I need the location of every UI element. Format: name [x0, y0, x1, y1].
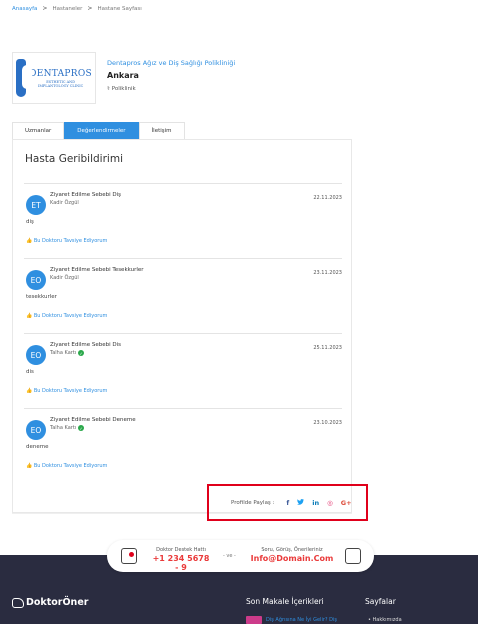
recommend-link[interactable]: 👍 Bu Doktoru Tavsiye Ediyorum [26, 388, 107, 394]
recommend-link[interactable]: 👍 Bu Doktoru Tavsiye Ediyorum [26, 463, 107, 469]
share-label: Profilde Paylaş : [231, 499, 275, 506]
phone-support-icon [121, 548, 137, 564]
chat-logo-icon [12, 597, 24, 608]
review-title: Ziyaret Edilme Sebebi Tesekkurler [50, 267, 144, 273]
footer-page-link[interactable]: • Hakkımızda [368, 617, 402, 623]
breadcrumb-separator: > [42, 5, 48, 12]
review-text: dis [26, 369, 34, 375]
recommend-label: Bu Doktoru Tavsiye Ediyorum [33, 463, 108, 469]
thumbs-up-icon: 👍 [26, 238, 33, 244]
breadcrumb-hospitals-link[interactable]: Hastaneler [52, 6, 82, 12]
review-text: deneme [26, 444, 49, 450]
mail-address[interactable]: Info@Domain.Com [247, 554, 337, 563]
instagram-icon[interactable]: ◎ [327, 499, 333, 507]
review-author: Talha Kartı ✓ [50, 425, 85, 431]
review-author-name: Talha Kartı [50, 425, 77, 431]
breadcrumb-current: Hastane Sayfası [97, 5, 142, 12]
review-author-name: Kadir Özgül [50, 200, 79, 206]
review-author-name: Talha Kartı [50, 350, 77, 356]
recommend-label: Bu Doktoru Tavsiye Ediyorum [33, 388, 108, 394]
google-plus-icon[interactable]: G+ [341, 499, 352, 507]
hospital-logo: DENTAPROS ESTHETIC AND IMPLANTOLOGY CLIN… [12, 52, 96, 104]
clinic-icon: ⚕ [107, 86, 110, 92]
review-item: EO Ziyaret Edilme Sebebi Dis Talha Kartı… [24, 333, 342, 408]
review-text: tesekkurler [26, 294, 57, 300]
review-date: 25.11.2023 [313, 345, 342, 351]
avatar: ET [26, 195, 46, 215]
avatar: EO [26, 420, 46, 440]
hospital-header: DENTAPROS ESTHETIC AND IMPLANTOLOGY CLIN… [12, 52, 235, 104]
tab-degerlendirmeler[interactable]: Değerlendirmeler [64, 122, 139, 139]
review-date: 23.10.2023 [313, 420, 342, 426]
hospital-name: Dentapros Ağız ve Diş Sağlığı Polikliniğ… [107, 59, 236, 67]
thumbs-up-icon: 👍 [26, 463, 33, 469]
article-thumbnail [246, 616, 262, 624]
thumbs-up-icon: 👍 [26, 388, 33, 394]
breadcrumb-home-link[interactable]: Anasayfa [12, 6, 37, 12]
footer-article-link[interactable]: Diş Ağrısına Ne İyi Gelir? Diş [246, 616, 337, 624]
review-item: ET Ziyaret Edilme Sebebi Diş Kadir Özgül… [24, 183, 342, 258]
recommend-label: Bu Doktoru Tavsiye Ediyorum [33, 238, 108, 244]
hospital-city: Ankara [107, 71, 139, 80]
bullet-icon: • [368, 617, 371, 623]
avatar: EO [26, 345, 46, 365]
review-author: Talha Kartı ✓ [50, 350, 85, 356]
footer-article-title: Diş Ağrısına Ne İyi Gelir? Diş [266, 617, 337, 623]
review-author: Kadir Özgül [50, 200, 79, 206]
twitter-icon[interactable] [297, 498, 305, 507]
profile-tabs: Uzmanlar Değerlendirmeler İletişim [12, 122, 185, 139]
review-date: 22.11.2023 [313, 195, 342, 201]
review-title: Ziyaret Edilme Sebebi Dis [50, 342, 122, 348]
reviews-panel: Hasta Geribildirimi ET Ziyaret Edilme Se… [12, 139, 352, 513]
hospital-type-label: Poliklinik [111, 86, 136, 92]
mail-label: Soru, Görüş, Önerileriniz [261, 547, 323, 553]
review-text: diş [26, 219, 34, 225]
contact-separator: - ve - [223, 553, 236, 559]
verified-icon: ✓ [78, 425, 85, 431]
contact-bar: Doktor Destek Hattı +1 234 5678 - 9 - ve… [107, 540, 374, 572]
review-title: Ziyaret Edilme Sebebi Deneme [50, 417, 136, 423]
recommend-label: Bu Doktoru Tavsiye Ediyorum [33, 313, 108, 319]
document-icon [345, 548, 361, 564]
review-author-name: Kadir Özgül [50, 275, 79, 281]
verified-icon: ✓ [78, 350, 85, 356]
breadcrumb-separator: > [87, 5, 93, 12]
thumbs-up-icon: 👍 [26, 313, 33, 319]
hospital-type: ⚕ Poliklinik [107, 86, 235, 92]
facebook-icon[interactable]: f [286, 499, 289, 507]
recommend-link[interactable]: 👍 Bu Doktoru Tavsiye Ediyorum [26, 238, 107, 244]
tab-uzmanlar[interactable]: Uzmanlar [12, 122, 65, 139]
review-title: Ziyaret Edilme Sebebi Diş [50, 192, 122, 198]
logo-line-3: IMPLANTOLOGY CLINIC [37, 83, 84, 88]
logo-line-1: DENTAPROS [29, 68, 92, 79]
footer-articles-title: Son Makale İçerikleri [246, 597, 324, 606]
support-phone[interactable]: +1 234 5678 - 9 [150, 554, 212, 572]
footer-page-label: Hakkımızda [372, 617, 402, 623]
brand-name: DoktorÖner [26, 597, 89, 608]
avatar: EO [26, 270, 46, 290]
recommend-link[interactable]: 👍 Bu Doktoru Tavsiye Ediyorum [26, 313, 107, 319]
review-list: ET Ziyaret Edilme Sebebi Diş Kadir Özgül… [24, 183, 342, 483]
review-date: 23.11.2023 [313, 270, 342, 276]
support-label: Doktor Destek Hattı [156, 547, 206, 553]
panel-title: Hasta Geribildirimi [25, 153, 123, 165]
share-profile-box: Profilde Paylaş : f in ◎ G+ [207, 484, 368, 521]
linkedin-icon[interactable]: in [312, 499, 319, 507]
review-item: EO Ziyaret Edilme Sebebi Tesekkurler Kad… [24, 258, 342, 333]
footer-brand[interactable]: DoktorÖner [12, 597, 88, 608]
review-item: EO Ziyaret Edilme Sebebi Deneme Talha Ka… [24, 408, 342, 483]
support-block: Doktor Destek Hattı +1 234 5678 - 9 [150, 547, 212, 572]
footer-pages-title: Sayfalar [365, 597, 396, 606]
mail-block: Soru, Görüş, Önerileriniz Info@Domain.Co… [247, 547, 337, 563]
tooth-icon [16, 59, 33, 97]
tab-iletisim[interactable]: İletişim [138, 122, 185, 139]
breadcrumb: Anasayfa > Hastaneler > Hastane Sayfası [12, 5, 142, 12]
review-author: Kadir Özgül [50, 275, 79, 281]
